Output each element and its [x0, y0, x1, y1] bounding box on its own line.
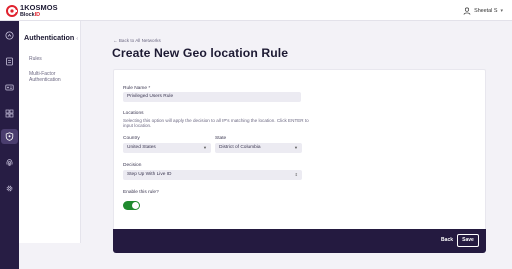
subnav-title-text: Authentication — [24, 33, 75, 42]
caret-down-icon: ▼ — [203, 145, 207, 150]
decision-select-value: Step Up With Live ID — [127, 172, 172, 177]
rule-form-card: Rule Name * Privileged Users Rule Locati… — [113, 69, 486, 229]
top-bar: 1KOSMOS BlockID Sheetal S ▾ — [0, 0, 512, 21]
up-down-arrows-icon: ⇕ — [294, 172, 298, 177]
brand-subname: BlockID — [20, 12, 40, 18]
user-icon — [463, 7, 471, 15]
section-subnav: Authentication ‹ Rules Multi-Factor Authe… — [19, 21, 81, 243]
decision-select[interactable]: Step Up With Live ID ⇕ — [123, 170, 302, 180]
state-label: State — [215, 136, 227, 141]
rule-name-label: Rule Name * — [123, 86, 151, 91]
locations-help-text: Selecting this option will apply the dec… — [123, 118, 309, 129]
toggle-knob — [132, 202, 139, 209]
user-name: Sheetal S — [474, 7, 498, 14]
decision-label: Decision — [123, 163, 142, 168]
subnav-item-mfa[interactable]: Multi-Factor Authentication — [29, 71, 79, 83]
enable-rule-toggle[interactable] — [123, 201, 140, 210]
chevron-down-icon: ▾ — [500, 7, 503, 14]
shield-icon[interactable] — [5, 132, 14, 141]
page-title: Create New Geo location Rule — [112, 46, 289, 60]
state-select-value: District of Columbia — [219, 145, 261, 150]
caret-down-icon: ▼ — [294, 145, 298, 150]
user-menu[interactable]: Sheetal S ▾ — [463, 6, 503, 15]
chevron-left-icon[interactable]: ‹ — [76, 36, 78, 42]
icon-rail — [0, 21, 19, 269]
subnav-item-rules[interactable]: Rules — [29, 56, 79, 62]
brand-mark-icon — [6, 5, 18, 17]
back-to-networks-link[interactable]: ← Back to All Networks — [113, 38, 161, 43]
document-icon[interactable] — [5, 57, 14, 66]
form-action-bar: Back Save — [113, 229, 486, 253]
home-icon[interactable] — [5, 31, 14, 40]
state-select[interactable]: District of Columbia ▼ — [215, 143, 302, 153]
save-button[interactable]: Save — [457, 234, 479, 247]
country-select[interactable]: United States ▼ — [123, 143, 211, 153]
brand-logo[interactable]: 1KOSMOS BlockID — [6, 4, 61, 18]
back-button[interactable]: Back — [441, 237, 453, 243]
country-label: Country — [123, 136, 140, 141]
fingerprint-icon[interactable] — [5, 158, 14, 167]
locations-label: Locations — [123, 111, 144, 116]
settings-icon[interactable] — [5, 184, 14, 193]
apps-grid-icon[interactable] — [5, 109, 14, 118]
subnav-title: Authentication ‹ — [24, 33, 78, 42]
brand-subname-id: ID — [34, 11, 41, 18]
rule-name-input[interactable]: Privileged Users Rule — [123, 92, 301, 102]
enable-rule-label: Enable this rule? — [123, 190, 159, 195]
country-select-value: United States — [127, 145, 156, 150]
brand-subname-block: Block — [20, 11, 35, 18]
id-card-icon[interactable] — [5, 83, 14, 92]
